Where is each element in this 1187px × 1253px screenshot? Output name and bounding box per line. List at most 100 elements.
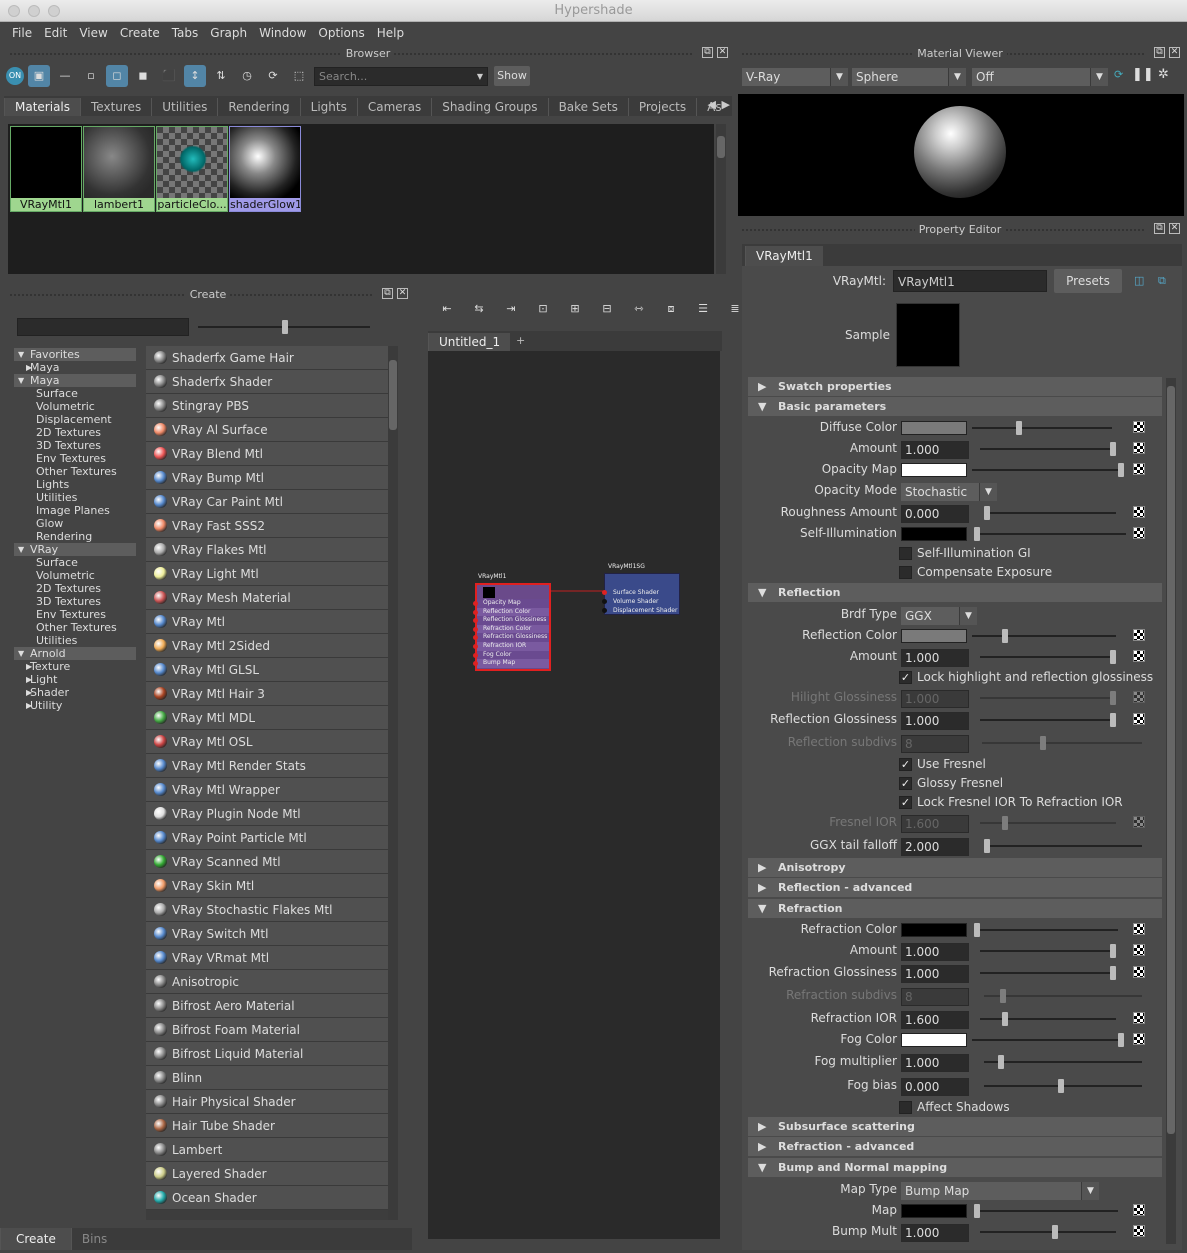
- presets-button[interactable]: Presets: [1054, 269, 1122, 293]
- section-refr_adv[interactable]: ▶ Refraction - advanced: [748, 1137, 1162, 1156]
- map-button[interactable]: [1133, 1033, 1145, 1045]
- tab-create[interactable]: Create: [0, 1228, 71, 1250]
- rearrange-icon[interactable]: ⇿: [628, 298, 650, 320]
- value-field[interactable]: 0.000: [901, 1078, 969, 1096]
- value-field[interactable]: 1.000: [901, 943, 969, 961]
- tree-item-utilities[interactable]: Utilities: [14, 634, 136, 647]
- value-slider[interactable]: [984, 839, 1142, 853]
- collapsed-arrow-icon[interactable]: ▶: [26, 660, 32, 673]
- map-button[interactable]: [1133, 463, 1145, 475]
- material-swatch[interactable]: lambert1: [83, 126, 155, 212]
- node-list-item[interactable]: Ocean Shader: [146, 1186, 388, 1210]
- node-list-item[interactable]: VRay Flakes Mtl: [146, 538, 388, 562]
- node-list-item[interactable]: Bifrost Liquid Material: [146, 1042, 388, 1066]
- collapsed-arrow-icon[interactable]: ▶: [26, 686, 32, 699]
- add-selected-icon[interactable]: ⊞: [564, 298, 586, 320]
- checkbox[interactable]: ✓: [899, 777, 912, 790]
- value-slider[interactable]: [972, 629, 1116, 643]
- tab-scroll-left-icon[interactable]: ◀: [708, 98, 716, 111]
- refresh-icon[interactable]: ⟳: [262, 65, 284, 87]
- menu-window[interactable]: Window: [259, 26, 306, 40]
- on-toggle-icon[interactable]: ON: [6, 67, 24, 85]
- tree-item-glow[interactable]: Glow: [14, 517, 136, 530]
- tree-item-maya[interactable]: ▶ Maya: [14, 361, 136, 374]
- value-slider[interactable]: [972, 1033, 1124, 1047]
- menu-graph[interactable]: Graph: [210, 26, 247, 40]
- value-slider[interactable]: [980, 1225, 1116, 1239]
- small-list-icon[interactable]: —: [54, 65, 76, 87]
- node-list-item[interactable]: VRay Fast SSS2: [146, 514, 388, 538]
- tab-scroll-right-icon[interactable]: ▶: [722, 98, 730, 111]
- collapsed-arrow-icon[interactable]: ▶: [26, 361, 32, 374]
- node-port[interactable]: Refraction IOR: [473, 641, 549, 651]
- tree-item-image-planes[interactable]: Image Planes: [14, 504, 136, 517]
- node-port[interactable]: Bump Map: [473, 659, 549, 668]
- show-button[interactable]: Show: [494, 66, 530, 86]
- tree-item-2d-textures[interactable]: 2D Textures: [14, 426, 136, 439]
- checkbox[interactable]: ✓: [899, 796, 912, 809]
- value-slider[interactable]: [974, 1204, 1118, 1218]
- tab-cameras[interactable]: Cameras: [356, 98, 431, 116]
- tab-bins[interactable]: Bins: [70, 1228, 117, 1250]
- node-port[interactable]: Refraction Glossiness: [473, 633, 549, 642]
- value-slider[interactable]: [980, 713, 1116, 727]
- value-slider[interactable]: [982, 736, 1142, 750]
- value-field[interactable]: 2.000: [901, 838, 969, 856]
- menu-edit[interactable]: Edit: [44, 26, 67, 40]
- map-button[interactable]: [1133, 629, 1145, 641]
- tab-untitled-1[interactable]: Untitled_1: [428, 333, 511, 351]
- node-list-item[interactable]: VRay Mtl Wrapper: [146, 778, 388, 802]
- node-list-item[interactable]: Stingray PBS: [146, 394, 388, 418]
- node-list-item[interactable]: VRay Plugin Node Mtl: [146, 802, 388, 826]
- section-sss[interactable]: ▶ Subsurface scattering: [748, 1117, 1162, 1136]
- menu-view[interactable]: View: [79, 26, 107, 40]
- tab-rendering[interactable]: Rendering: [217, 98, 299, 116]
- collapsed-arrow-icon[interactable]: ▶: [26, 699, 32, 712]
- node-port[interactable]: Displacement Shader: [602, 606, 679, 615]
- checkbox[interactable]: [899, 1101, 912, 1114]
- node-list-item[interactable]: VRay Mtl Render Stats: [146, 754, 388, 778]
- node-list-item[interactable]: VRay Mtl OSL: [146, 730, 388, 754]
- mode-dropdown[interactable]: Off ▼: [972, 68, 1108, 86]
- tree-item-arnold[interactable]: ▼ Arnold: [14, 647, 136, 660]
- io-connections-icon[interactable]: ⇆: [468, 298, 490, 320]
- node-list-scrollbar[interactable]: [388, 346, 398, 1220]
- checkbox[interactable]: ✓: [899, 758, 912, 771]
- node-list-item[interactable]: Hair Tube Shader: [146, 1114, 388, 1138]
- close-icon[interactable]: ✕: [1169, 223, 1180, 234]
- tree-item-rendering[interactable]: Rendering: [14, 530, 136, 543]
- checkbox[interactable]: [899, 547, 912, 560]
- map-button[interactable]: [1133, 650, 1145, 662]
- map-button[interactable]: [1133, 966, 1145, 978]
- section-basic[interactable]: ▼ Basic parameters: [748, 397, 1162, 416]
- search-input[interactable]: Search... ▼: [314, 66, 488, 86]
- output-connections-icon[interactable]: ⇥: [500, 298, 522, 320]
- map-button[interactable]: [1133, 421, 1145, 433]
- node-list-item[interactable]: VRay Switch Mtl: [146, 922, 388, 946]
- value-slider[interactable]: [980, 442, 1116, 456]
- node-list-item[interactable]: VRay Stochastic Flakes Mtl: [146, 898, 388, 922]
- tab-textures[interactable]: Textures: [80, 98, 151, 116]
- tab-utilities[interactable]: Utilities: [151, 98, 217, 116]
- value-field[interactable]: 8: [901, 735, 969, 753]
- renderer-dropdown[interactable]: V-Ray ▼: [742, 68, 848, 86]
- settings-icon[interactable]: ✲: [1158, 67, 1169, 82]
- value-slider[interactable]: [972, 421, 1112, 435]
- tab-shading-groups[interactable]: Shading Groups: [431, 98, 547, 116]
- value-field[interactable]: 1.600: [901, 815, 969, 833]
- node-port[interactable]: Fog Color: [473, 650, 549, 660]
- value-field[interactable]: 1.000: [901, 1224, 969, 1242]
- dropdown[interactable]: Bump Map ▼: [901, 1182, 1099, 1200]
- tree-item-3d-textures[interactable]: 3D Textures: [14, 595, 136, 608]
- tree-item-other-textures[interactable]: Other Textures: [14, 621, 136, 634]
- map-button[interactable]: [1133, 442, 1145, 454]
- property-scrollbar[interactable]: [1166, 378, 1176, 1244]
- value-slider[interactable]: [984, 1079, 1142, 1093]
- tree-item-other-textures[interactable]: Other Textures: [14, 465, 136, 478]
- node-list-item[interactable]: VRay Bump Mtl: [146, 466, 388, 490]
- node-list-item[interactable]: Layered Shader: [146, 1162, 388, 1186]
- value-slider[interactable]: [980, 691, 1116, 705]
- expanded-arrow-icon[interactable]: ▼: [18, 348, 24, 361]
- value-field[interactable]: 1.000: [901, 441, 969, 459]
- node-port[interactable]: Reflection Color: [473, 607, 549, 617]
